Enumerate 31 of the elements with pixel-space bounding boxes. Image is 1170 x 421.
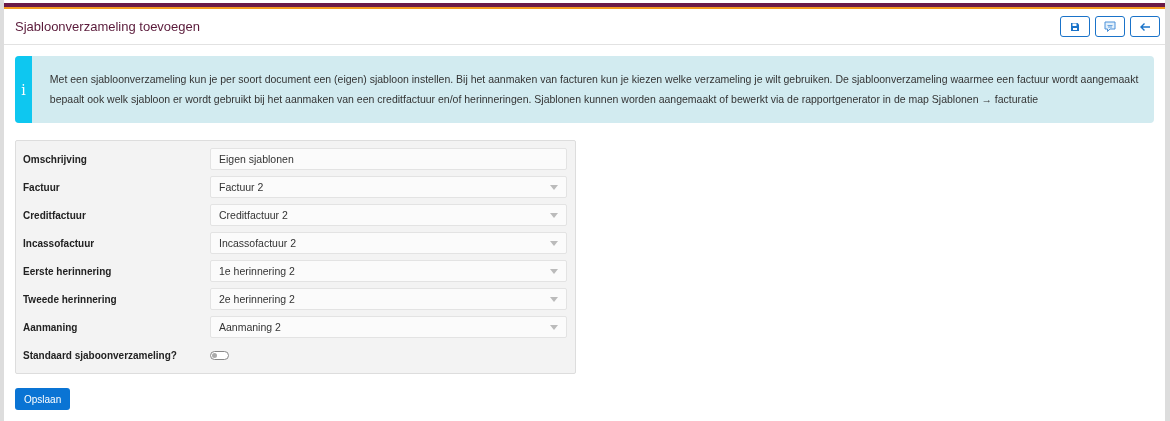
save-button[interactable]: [1060, 16, 1090, 37]
field-label: Eerste herinnering: [23, 265, 113, 277]
chat-bubble-icon: [1104, 20, 1116, 33]
info-text: Met een sjabloonverzameling kun je per soort document een (eigen) sjabloon instellen. Bij het aanmaken van facturen kun je kiezen welke verzameling je wilt gebruiken. De sjabloonverzameling waarmee een factuur wordt aangemaakt bepaalt ook welk sjabloon er wordt gebruikt bij het aanmaken van een creditfactuur en/of herinneringen. Sjablonen kunnen worden aangemaakt of bewerkt via de rapportgenerator in de map Sjablonen → facturatie: [48, 72, 1140, 107]
caret-icon: [550, 240, 558, 246]
dropdown-field[interactable]: 2e herinnering 2: [210, 288, 567, 310]
field-label: Factuur: [23, 181, 61, 193]
save-button[interactable]: Opslaan: [15, 388, 71, 410]
dropdown-field[interactable]: Aanmaning 2: [210, 316, 567, 338]
dropdown-field[interactable]: Creditfactuur 2: [210, 204, 567, 226]
dropdown-field[interactable]: Factuur 2: [210, 176, 567, 198]
info-icon: i: [21, 81, 26, 98]
caret-icon: [550, 268, 558, 274]
field-label: Standaard sjaboonverzameling?: [23, 349, 178, 361]
caret-icon: [550, 184, 558, 190]
page-title: Sjabloonverzameling toevoegen: [15, 19, 200, 34]
field-label: Tweede herinnering: [23, 293, 118, 305]
arrow-left-icon: [1139, 21, 1151, 32]
field-label: Aanmaning: [23, 321, 79, 333]
caret-icon: [550, 324, 558, 330]
caret-icon: [550, 296, 558, 302]
text-field[interactable]: Eigen sjablonen: [210, 148, 567, 170]
back-button[interactable]: [1130, 16, 1160, 37]
caret-icon: [550, 212, 558, 218]
dropdown-field[interactable]: 1e herinnering 2: [210, 260, 567, 282]
field-label: Omschrijving: [23, 153, 88, 165]
comment-button[interactable]: [1095, 16, 1125, 37]
field-label: Creditfactuur: [23, 209, 87, 221]
toggle-switch[interactable]: [210, 350, 229, 360]
field-label: Incassofactuur: [23, 237, 96, 249]
dropdown-field[interactable]: Incassofactuur 2: [210, 232, 567, 254]
